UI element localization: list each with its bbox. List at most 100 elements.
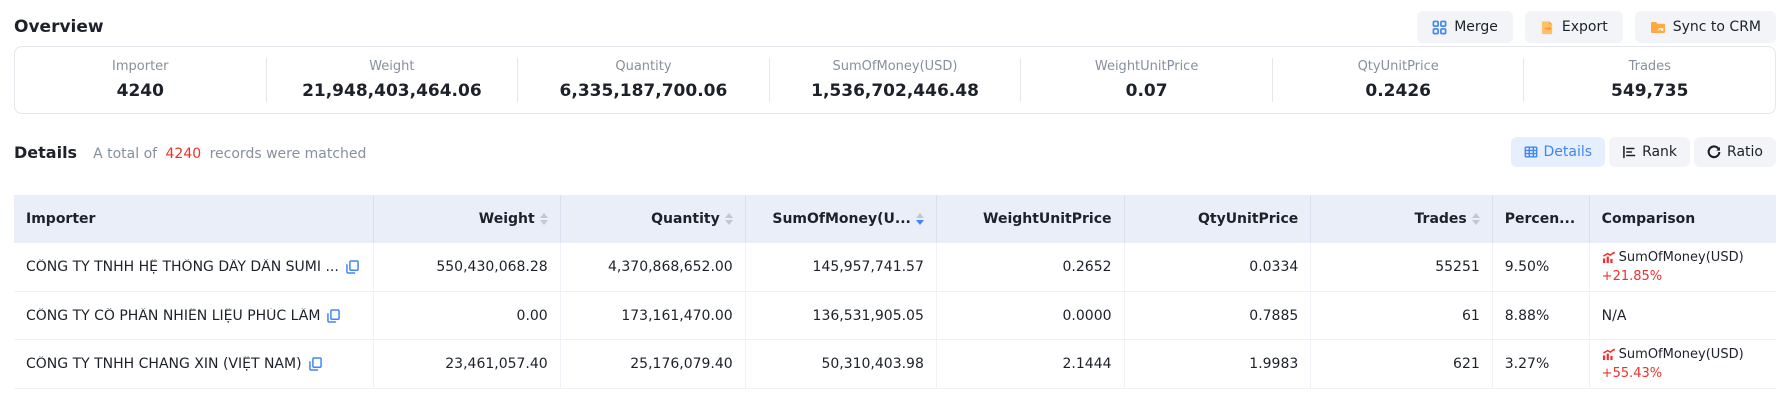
stat-value: 4240	[15, 81, 266, 101]
qty-unit-price-cell: 0.0334	[1124, 243, 1311, 292]
column-header-label: Trades	[1415, 211, 1467, 227]
column-header-label: Importer	[26, 211, 95, 227]
importer-name: CÔNG TY TNHH CHANG XIN (VIỆT NAM)	[26, 356, 302, 372]
trades-cell: 621	[1311, 340, 1492, 389]
percentage-cell: 8.88%	[1492, 292, 1589, 340]
importer-cell: CÔNG TY TNHH CHANG XIN (VIỆT NAM)	[14, 340, 373, 389]
tab-ratio[interactable]: Ratio	[1694, 137, 1776, 167]
tab-rank[interactable]: Rank	[1609, 137, 1690, 167]
weight-cell: 23,461,057.40	[373, 340, 560, 389]
tab-details-label: Details	[1544, 144, 1593, 160]
table-row: CÔNG TY TNHH HỆ THỐNG DÂY DẪN SUMI ... 5…	[14, 243, 1776, 292]
topbar: Overview Merge Export Sync to CRM	[14, 0, 1776, 43]
stat-importer: Importer 4240	[15, 58, 266, 102]
merge-icon	[1432, 20, 1447, 35]
sum-of-money-cell: 50,310,403.98	[745, 340, 936, 389]
sort-toggle[interactable]	[725, 213, 733, 225]
quantity-cell: 25,176,079.40	[560, 340, 745, 389]
tab-ratio-label: Ratio	[1727, 144, 1763, 160]
sort-desc-icon	[540, 220, 548, 225]
percentage-cell: 9.50%	[1492, 243, 1589, 292]
stat-value: 0.2426	[1273, 81, 1524, 101]
stat-label: QtyUnitPrice	[1273, 58, 1524, 76]
stat-label: SumOfMoney(USD)	[770, 58, 1021, 76]
merge-button[interactable]: Merge	[1417, 11, 1513, 43]
copy-icon[interactable]	[346, 260, 359, 274]
weight-unit-price-cell: 0.0000	[936, 292, 1124, 340]
stat-value: 6,335,187,700.06	[518, 81, 769, 101]
sum-of-money-cell: 145,957,741.57	[745, 243, 936, 292]
stat-value: 0.07	[1021, 81, 1272, 101]
column-header-label: Percen...	[1505, 211, 1575, 227]
details-bar: Details A total of 4240 records were mat…	[14, 135, 1776, 169]
weight-cell: 550,430,068.28	[373, 243, 560, 292]
stat-value: 549,735	[1524, 81, 1775, 101]
export-icon	[1540, 20, 1555, 35]
weight-unit-price-cell: 0.2652	[936, 243, 1124, 292]
column-header-importer: Importer	[14, 195, 373, 243]
sum-of-money-cell: 136,531,905.05	[745, 292, 936, 340]
importer-name: CÔNG TY CỔ PHẦN NHIÊN LIỆU PHÚC LÂM	[26, 308, 320, 324]
importer-cell: CÔNG TY CỔ PHẦN NHIÊN LIỆU PHÚC LÂM	[14, 292, 373, 340]
stat-value: 21,948,403,464.06	[267, 81, 518, 101]
sort-toggle[interactable]	[1472, 213, 1480, 225]
column-header-sum-of-money[interactable]: SumOfMoney(U...	[745, 195, 936, 243]
column-header-label: QtyUnitPrice	[1198, 211, 1298, 227]
details-table: Importer Weight Quantity SumOfMoney(U...…	[14, 195, 1776, 389]
comparison-metric: SumOfMoney(USD)	[1619, 248, 1744, 267]
stat-qty-unit-price: QtyUnitPrice 0.2426	[1272, 58, 1524, 102]
comparison-metric: SumOfMoney(USD)	[1619, 345, 1744, 364]
table-row: CÔNG TY TNHH CHANG XIN (VIỆT NAM) 23,461…	[14, 340, 1776, 389]
stat-trades: Trades 549,735	[1523, 58, 1775, 102]
quantity-cell: 173,161,470.00	[560, 292, 745, 340]
sort-asc-icon	[540, 213, 548, 218]
column-header-qty-unit-price: QtyUnitPrice	[1124, 195, 1311, 243]
match-summary-prefix: A total of	[93, 146, 157, 162]
stat-weight-unit-price: WeightUnitPrice 0.07	[1020, 58, 1272, 102]
details-section-title: Details	[14, 143, 77, 162]
column-header-quantity[interactable]: Quantity	[560, 195, 745, 243]
trend-up-chart-icon	[1602, 348, 1615, 361]
match-count: 4240	[162, 146, 206, 162]
tab-details[interactable]: Details	[1511, 137, 1606, 167]
sort-desc-icon	[1472, 220, 1480, 225]
column-header-trades[interactable]: Trades	[1311, 195, 1492, 243]
copy-icon[interactable]	[327, 309, 340, 323]
importer-name: CÔNG TY TNHH HỆ THỐNG DÂY DẪN SUMI ...	[26, 259, 339, 275]
comparison-change: +55.43%	[1602, 364, 1764, 383]
column-header-label: Comparison	[1602, 211, 1696, 227]
trades-cell: 55251	[1311, 243, 1492, 292]
stat-weight: Weight 21,948,403,464.06	[266, 58, 518, 102]
comparison-cell: SumOfMoney(USD) +21.85%	[1589, 243, 1776, 292]
merge-button-label: Merge	[1454, 19, 1498, 35]
sort-asc-icon	[916, 213, 924, 218]
column-header-label: Quantity	[651, 211, 720, 227]
stat-value: 1,536,702,446.48	[770, 81, 1021, 101]
page: Overview Merge Export Sync to CRM	[0, 0, 1790, 389]
tab-rank-label: Rank	[1642, 144, 1677, 160]
sort-toggle[interactable]	[540, 213, 548, 225]
sync-to-crm-button[interactable]: Sync to CRM	[1635, 11, 1776, 43]
table-row: CÔNG TY CỔ PHẦN NHIÊN LIỆU PHÚC LÂM 0.00…	[14, 292, 1776, 340]
column-header-label: Weight	[479, 211, 535, 227]
sort-desc-icon-active	[916, 220, 924, 225]
export-button[interactable]: Export	[1525, 11, 1623, 43]
importer-cell: CÔNG TY TNHH HỆ THỐNG DÂY DẪN SUMI ...	[14, 243, 373, 292]
qty-unit-price-cell: 0.7885	[1124, 292, 1311, 340]
trades-cell: 61	[1311, 292, 1492, 340]
column-header-weight-unit-price: WeightUnitPrice	[936, 195, 1124, 243]
copy-icon[interactable]	[309, 357, 322, 371]
match-summary-suffix: records were matched	[210, 146, 367, 162]
sort-toggle[interactable]	[916, 213, 924, 225]
column-header-weight[interactable]: Weight	[373, 195, 560, 243]
sort-asc-icon	[1472, 213, 1480, 218]
overview-stats-card: Importer 4240 Weight 21,948,403,464.06 Q…	[14, 46, 1776, 114]
trend-up-chart-icon	[1602, 251, 1615, 264]
match-summary: A total of 4240 records were matched	[93, 146, 366, 162]
details-summary: Details A total of 4240 records were mat…	[14, 143, 366, 162]
stat-label: Quantity	[518, 58, 769, 76]
rank-bars-icon	[1622, 145, 1636, 159]
stat-quantity: Quantity 6,335,187,700.06	[517, 58, 769, 102]
sort-desc-icon	[725, 220, 733, 225]
table-header-row: Importer Weight Quantity SumOfMoney(U...…	[14, 195, 1776, 243]
